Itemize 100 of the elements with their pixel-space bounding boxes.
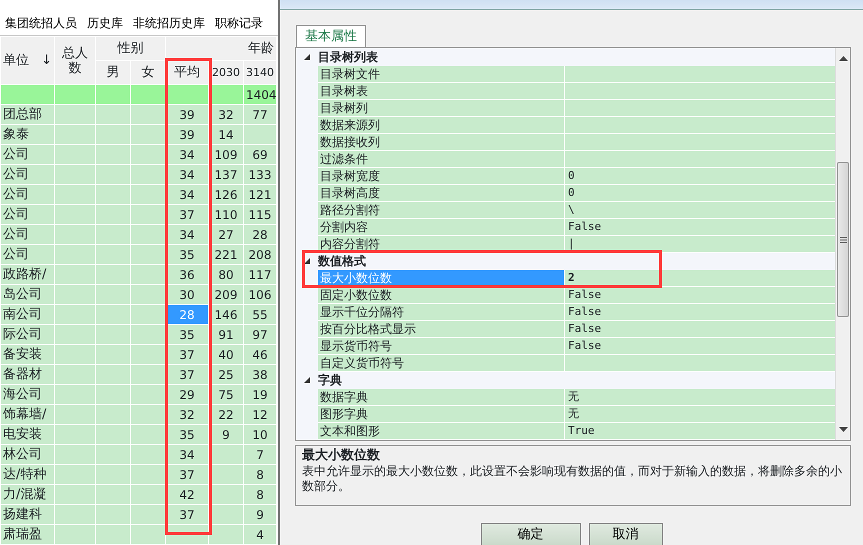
collapse-icon[interactable] <box>304 258 310 265</box>
table-cell: 69 <box>244 144 277 164</box>
table-cell: 208 <box>244 244 277 264</box>
property-value[interactable]: \ <box>565 202 835 219</box>
table-cell: 8 <box>244 484 277 504</box>
column-header-text: 单位 <box>3 52 29 70</box>
table-cell: 38 <box>244 364 277 384</box>
property-value[interactable]: 0 <box>565 185 835 202</box>
table-cell: 饰幕墙/ <box>0 404 54 424</box>
table-cell: 际公司 <box>0 324 54 344</box>
description-title: 最大小数位数 <box>302 448 381 464</box>
table-cell: 公司 <box>0 204 54 224</box>
table-cell: 8 <box>244 464 277 484</box>
property-value[interactable]: False <box>565 338 835 355</box>
scroll-up-icon[interactable] <box>838 56 848 62</box>
property-name[interactable]: 自定义货币符号 <box>318 355 565 372</box>
property-value[interactable]: 无 <box>565 406 835 423</box>
table-cell: 10 <box>244 424 277 444</box>
table-cell: 公司 <box>0 184 54 204</box>
table-cell: 林公司 <box>0 444 54 464</box>
table-cell: 117 <box>244 264 277 284</box>
dialog-button[interactable]: 取消 <box>588 523 662 545</box>
column-group-header: 年龄 <box>166 36 277 60</box>
property-name[interactable]: 数据来源列 <box>318 117 565 134</box>
table-cell: 海公司 <box>0 384 54 404</box>
property-value[interactable]: 2 <box>565 270 835 287</box>
menu-item[interactable]: 非统招历史库 <box>128 12 210 35</box>
property-name[interactable]: 路径分割符 <box>318 202 565 219</box>
property-name[interactable]: 目录树列 <box>318 100 565 117</box>
table-cell: 7 <box>244 444 277 464</box>
column-header[interactable]: 单位 ↓ <box>0 36 54 84</box>
table-cell: 公司 <box>0 224 54 244</box>
property-name[interactable]: 数据接收列 <box>318 134 565 151</box>
menu-item[interactable]: 集团统招人员 <box>0 12 82 35</box>
table-cell: 南公司 <box>0 304 54 324</box>
property-value[interactable]: True <box>565 423 835 440</box>
collapse-icon[interactable] <box>304 54 310 61</box>
table-cell: 肃瑞盈 <box>0 524 54 544</box>
table-cell: 电安装 <box>0 424 54 444</box>
property-value[interactable]: 无 <box>565 389 835 406</box>
table-cell: 扬建科 <box>0 504 54 524</box>
menu-item[interactable]: 历史库 <box>82 12 128 35</box>
property-name[interactable]: 显示千位分隔符 <box>318 304 565 321</box>
property-name[interactable]: 过滤条件 <box>318 151 565 168</box>
column-header[interactable]: 男 <box>96 60 130 84</box>
table-cell: 团总部 <box>0 104 54 124</box>
category-header: 数值格式 <box>318 253 366 270</box>
table-cell: 133 <box>244 164 277 184</box>
property-name[interactable]: 分割内容 <box>318 219 565 236</box>
property-name[interactable]: 图形字典 <box>318 406 565 423</box>
property-name[interactable]: 目录树高度 <box>318 185 565 202</box>
table-cell: 备安装 <box>0 344 54 364</box>
column-group-header: 性别 <box>96 36 166 60</box>
table-cell: 12 <box>244 404 277 424</box>
sort-indicator: ↓ <box>41 52 52 70</box>
table-cell: 46 <box>244 344 277 364</box>
table-cell: 公司 <box>0 144 54 164</box>
table-cell: 备器材 <box>0 364 54 384</box>
property-name[interactable]: 显示货币符号 <box>318 338 565 355</box>
property-value[interactable]: 0 <box>565 168 835 185</box>
table-cell: 106 <box>244 284 277 304</box>
property-name[interactable]: 固定小数位数 <box>318 287 565 304</box>
table-cell: 力/混凝 <box>0 484 54 504</box>
table-cell: 97 <box>244 324 277 344</box>
property-value[interactable]: | <box>565 236 835 253</box>
table-cell: 28 <box>244 224 277 244</box>
property-name[interactable]: 文本和图形 <box>318 423 565 440</box>
grip-icon <box>840 236 846 242</box>
column-header[interactable]: 3140 <box>244 60 277 84</box>
property-name[interactable]: 目录树表 <box>318 83 565 100</box>
table-cell: 115 <box>244 204 277 224</box>
category-header: 目录树列表 <box>318 49 378 66</box>
description-text: 表中允许显示的最大小数位数，此设置不会影响现有数据的值，而对于新输入的数据，将删除多余的小数部分。 <box>302 464 843 494</box>
table-cell: 19 <box>244 384 277 404</box>
column-header[interactable]: 女 <box>130 60 166 84</box>
property-name[interactable]: 按百分比格式显示 <box>318 321 565 338</box>
table-cell: 55 <box>244 304 277 324</box>
table-cell: 9 <box>244 504 277 524</box>
table-cell: 1404 <box>244 84 277 104</box>
dialog-button[interactable]: 确定 <box>480 523 580 545</box>
menu-item[interactable]: 职称记录 <box>210 12 268 35</box>
column-header[interactable]: 总人数 <box>54 36 96 84</box>
property-value[interactable]: False <box>565 219 835 236</box>
property-name[interactable]: 目录树宽度 <box>318 168 565 185</box>
property-name[interactable]: 目录树文件 <box>318 66 565 83</box>
table-cell: 121 <box>244 184 277 204</box>
scroll-down-icon[interactable] <box>838 426 848 432</box>
table-cell: 77 <box>244 104 277 124</box>
tab[interactable]: 基本属性 <box>296 25 366 47</box>
table-cell: 象泰 <box>0 124 54 144</box>
table-cell: 4 <box>244 524 277 544</box>
property-name[interactable]: 数据字典 <box>318 389 565 406</box>
table-cell: 公司 <box>0 244 54 264</box>
table-cell: 政路桥/ <box>0 264 54 284</box>
property-value[interactable]: False <box>565 304 835 321</box>
scrollbar[interactable] <box>835 48 850 440</box>
table-cell: 岛公司 <box>0 284 54 304</box>
property-value[interactable]: False <box>565 287 835 304</box>
collapse-icon[interactable] <box>304 377 310 384</box>
property-value[interactable]: False <box>565 321 835 338</box>
